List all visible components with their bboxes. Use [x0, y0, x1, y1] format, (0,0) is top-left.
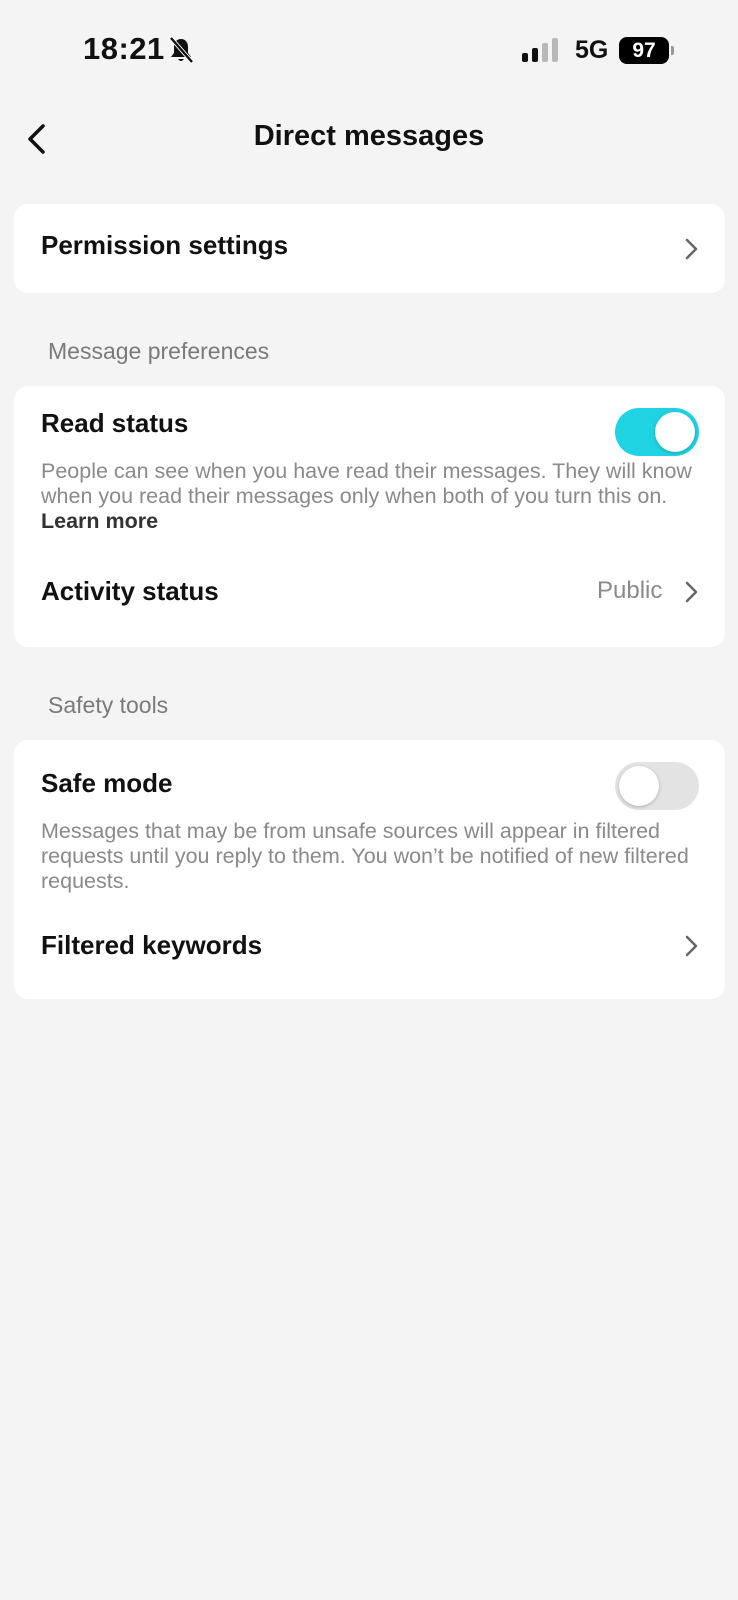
filtered-keywords-label: Filtered keywords — [41, 930, 263, 960]
permission-settings-row[interactable]: Permission settings — [14, 204, 725, 293]
section-header-message-preferences: Message preferences — [48, 338, 270, 364]
battery-level: 97 — [619, 37, 669, 64]
battery-cap — [671, 46, 674, 55]
toggle-knob — [619, 766, 659, 806]
nav-bar: Direct messages — [0, 100, 738, 180]
status-bar: 18:21 5G 97 — [0, 0, 738, 100]
activity-status-row[interactable]: Activity status Public — [14, 556, 725, 636]
safe-mode-description: Messages that may be from unsafe sources… — [41, 819, 689, 893]
chevron-right-icon — [685, 238, 698, 260]
network-type: 5G — [575, 36, 609, 64]
read-status-description-text: People can see when you have read their … — [41, 459, 692, 508]
filtered-keywords-row[interactable]: Filtered keywords — [14, 912, 725, 992]
message-preferences-card: Read status People can see when you have… — [14, 386, 725, 647]
chevron-right-icon — [685, 935, 698, 957]
activity-status-label: Activity status — [41, 576, 219, 606]
toggle-knob — [655, 412, 695, 452]
page-title: Direct messages — [253, 120, 485, 152]
signal-icon — [522, 38, 558, 62]
safe-mode-toggle[interactable] — [615, 762, 699, 810]
bell-muted-icon — [169, 36, 194, 64]
activity-status-value: Public — [597, 577, 663, 604]
section-header-safety-tools: Safety tools — [48, 692, 169, 718]
chevron-right-icon — [685, 581, 698, 603]
status-time: 18:21 — [83, 31, 165, 66]
battery-icon: 97 — [619, 37, 675, 64]
safe-mode-label: Safe mode — [41, 768, 173, 798]
read-status-toggle[interactable] — [615, 408, 699, 456]
read-status-description: People can see when you have read their … — [41, 459, 716, 534]
read-status-label: Read status — [41, 408, 189, 438]
permission-settings-label: Permission settings — [41, 230, 289, 260]
safety-tools-card: Safe mode Messages that may be from unsa… — [14, 740, 725, 999]
learn-more-link[interactable]: Learn more — [41, 509, 158, 533]
